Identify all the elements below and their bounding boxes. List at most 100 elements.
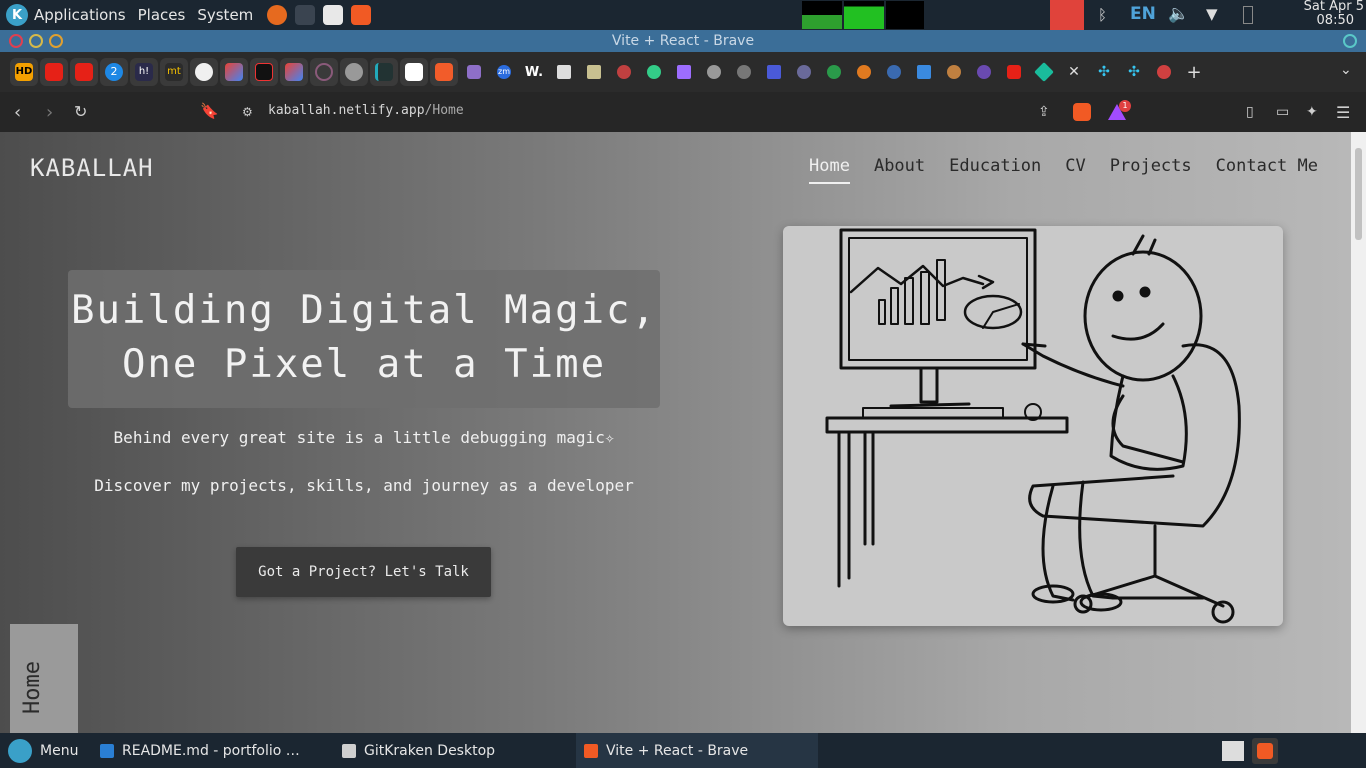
- battery-icon[interactable]: [1243, 6, 1253, 24]
- bookmark-zm[interactable]: zm: [490, 58, 518, 86]
- page-scrollbar[interactable]: [1351, 132, 1366, 733]
- minimize-window-button[interactable]: [29, 34, 43, 48]
- bookmark-globe-2[interactable]: [700, 58, 728, 86]
- bookmark-site-1[interactable]: [610, 58, 638, 86]
- bookmark-youtube-2[interactable]: [70, 58, 98, 86]
- anydesk-tray-icon[interactable]: [1050, 0, 1084, 30]
- bookmark-p[interactable]: [370, 58, 398, 86]
- bookmark-circle[interactable]: [310, 58, 338, 86]
- wallet-icon[interactable]: ▭: [1276, 104, 1289, 120]
- nav-about[interactable]: About: [874, 156, 925, 184]
- bookmark-site-6[interactable]: [820, 58, 848, 86]
- bookmark-framer[interactable]: [400, 58, 428, 86]
- task-gitkraken[interactable]: GitKraken Desktop: [334, 733, 576, 768]
- bookmark-movie[interactable]: [250, 58, 278, 86]
- bookmark-site-4[interactable]: [760, 58, 788, 86]
- browser-menu-icon[interactable]: ☰: [1336, 103, 1350, 122]
- close-window-button[interactable]: [9, 34, 23, 48]
- task-brave[interactable]: Vite + React - Brave: [576, 733, 818, 768]
- bookmark-k[interactable]: [460, 58, 488, 86]
- filezilla-tray-icon[interactable]: [1222, 741, 1244, 761]
- slack-icon: ✣: [1128, 64, 1140, 80]
- bookmark-youtube-3[interactable]: [1000, 58, 1028, 86]
- task-vscode[interactable]: README.md - portfolio …: [92, 733, 334, 768]
- bookmark-site-8[interactable]: [880, 58, 908, 86]
- bookmark-h[interactable]: h!: [130, 58, 158, 86]
- bookmark-site-12[interactable]: [1030, 58, 1058, 86]
- bookmark-gmail-1[interactable]: [220, 58, 248, 86]
- bookmark-vite[interactable]: [670, 58, 698, 86]
- nav-cv[interactable]: CV: [1065, 156, 1085, 184]
- memory-graph: [844, 1, 884, 29]
- bookmark-page-icon[interactable]: 🔖: [200, 102, 219, 120]
- bookmark-w[interactable]: W.: [520, 58, 548, 86]
- back-button[interactable]: ‹: [14, 102, 21, 123]
- github-icon: [195, 63, 213, 81]
- bookmark-x[interactable]: ✕: [1060, 58, 1088, 86]
- terminal-icon[interactable]: [295, 5, 316, 25]
- nav-home[interactable]: Home: [809, 156, 850, 184]
- applications-menu[interactable]: Applications: [34, 6, 126, 24]
- bookmark-analytics[interactable]: [430, 58, 458, 86]
- brave-shields-icon[interactable]: [1073, 103, 1091, 121]
- volume-icon[interactable]: 🔈: [1168, 4, 1189, 24]
- bookmark-site-5[interactable]: [790, 58, 818, 86]
- maximize-window-button[interactable]: [49, 34, 63, 48]
- mint-menu-icon[interactable]: K: [6, 4, 28, 26]
- leo-ai-icon[interactable]: ✦: [1306, 104, 1318, 120]
- bookmark-site-9[interactable]: [910, 58, 938, 86]
- system-menu[interactable]: System: [197, 6, 253, 24]
- mint-logo-icon: [8, 738, 32, 763]
- contact-cta-button[interactable]: Got a Project? Let's Talk: [236, 547, 491, 597]
- bookmark-github[interactable]: [190, 58, 218, 86]
- keyboard-language[interactable]: EN: [1130, 4, 1156, 24]
- bookmark-site-10[interactable]: [940, 58, 968, 86]
- start-menu-button[interactable]: Menu: [0, 733, 92, 768]
- bookmark-slack-2[interactable]: ✣: [1120, 58, 1148, 86]
- reload-button[interactable]: ↻: [74, 102, 87, 121]
- bookmark-slack-1[interactable]: ✣: [1090, 58, 1118, 86]
- firefox-icon[interactable]: [267, 5, 288, 25]
- bookmark-globe-1[interactable]: [340, 58, 368, 86]
- nav-contact[interactable]: Contact Me: [1216, 156, 1318, 184]
- bookmark-hd[interactable]: HD: [10, 58, 38, 86]
- bookmark-mt[interactable]: mt: [160, 58, 188, 86]
- bookmark-site-7[interactable]: [850, 58, 878, 86]
- nav-projects[interactable]: Projects: [1110, 156, 1192, 184]
- bluetooth-icon[interactable]: ᛒ: [1098, 6, 1107, 24]
- brave-launcher-icon[interactable]: [351, 5, 372, 25]
- bookmarks-overflow-chevron-icon[interactable]: ⌄: [1340, 62, 1352, 78]
- clock[interactable]: Sat Apr 5 08:50: [1272, 0, 1364, 28]
- bookmark-gmail-2[interactable]: [280, 58, 308, 86]
- window-title-bar[interactable]: Vite + React - Brave: [0, 30, 1366, 52]
- bookmark-site-3[interactable]: [730, 58, 758, 86]
- start-menu-label: Menu: [40, 742, 79, 759]
- cpu-graph: [802, 1, 842, 29]
- brave-tray-icon[interactable]: [1252, 738, 1278, 764]
- wifi-icon[interactable]: ▼: [1206, 5, 1218, 23]
- bookmark-folder[interactable]: [580, 58, 608, 86]
- bookmark-site-13[interactable]: [1150, 58, 1178, 86]
- places-menu[interactable]: Places: [138, 6, 186, 24]
- address-bar[interactable]: kaballah.netlify.app/Home: [268, 103, 464, 118]
- forward-button[interactable]: ›: [46, 102, 53, 123]
- site-brand[interactable]: KABALLAH: [30, 154, 154, 182]
- nav-education[interactable]: Education: [949, 156, 1041, 184]
- window-menu-button[interactable]: [1343, 34, 1357, 48]
- bookmark-youtube-1[interactable]: [40, 58, 68, 86]
- bookmark-site-2[interactable]: [640, 58, 668, 86]
- bookmark-site-11[interactable]: [970, 58, 998, 86]
- text-editor-icon[interactable]: [323, 5, 344, 25]
- youtube-icon: [1007, 65, 1021, 79]
- share-icon[interactable]: ⇪: [1038, 104, 1050, 120]
- globe-icon: [345, 63, 363, 81]
- add-bookmark-button[interactable]: +: [1180, 58, 1208, 86]
- scrollbar-thumb[interactable]: [1355, 148, 1362, 240]
- bookmark-ss[interactable]: [550, 58, 578, 86]
- bookmark-2[interactable]: 2: [100, 58, 128, 86]
- hero-subtitle-2: Discover my projects, skills, and journe…: [94, 476, 634, 495]
- sidebar-toggle-icon[interactable]: ▯: [1246, 104, 1254, 120]
- side-section-tab[interactable]: Home: [10, 624, 78, 733]
- site-info-icon[interactable]: ⚙: [242, 105, 253, 119]
- hero-heading: Building Digital Magic, One Pixel at a T…: [68, 270, 660, 408]
